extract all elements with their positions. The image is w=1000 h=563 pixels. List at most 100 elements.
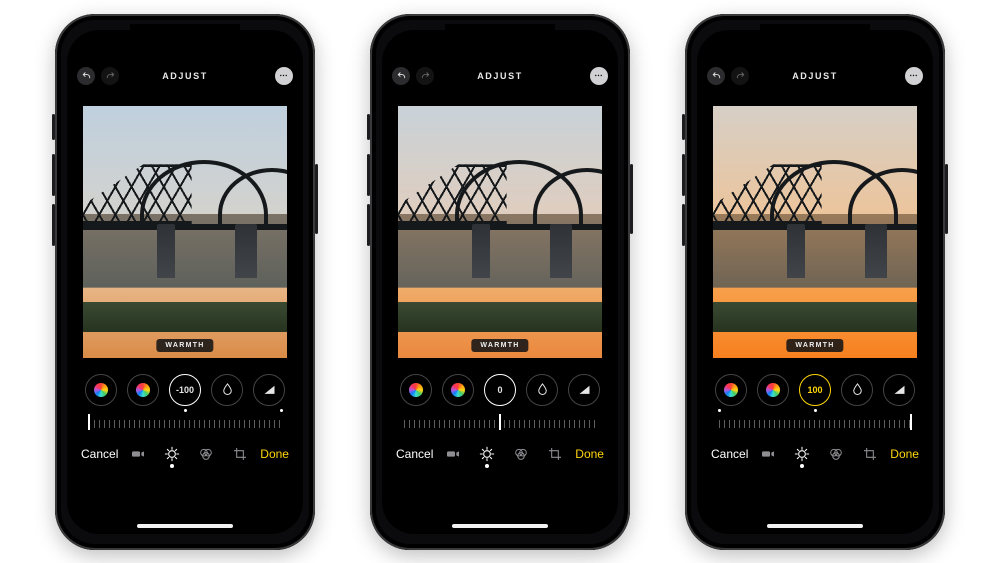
more-button[interactable] [275,67,293,85]
cancel-button[interactable]: Cancel [81,447,118,461]
warmth-value: 0 [497,385,502,395]
mode-tab-adjust[interactable] [794,446,810,462]
adjust-knob-warmth[interactable]: 0 [484,374,516,406]
mode-tab-adjust[interactable] [164,446,180,462]
adjust-knob-saturation[interactable] [757,374,789,406]
mode-tab-video[interactable] [130,446,146,462]
done-button[interactable]: Done [575,447,604,461]
volume-button [682,204,685,246]
side-button [630,164,633,234]
redo-button[interactable] [416,67,434,85]
photo-preview[interactable]: WARMTH [398,106,602,360]
editor-footer: Cancel Done [67,446,303,468]
filters-icon [513,446,529,462]
phone-frame: ADJUST WARMTH 100 Cancel Done [685,14,945,550]
home-indicator[interactable] [452,524,548,528]
adjust-knob-row: 100 [697,374,933,406]
home-indicator[interactable] [137,524,233,528]
mode-tab-filters[interactable] [828,446,844,462]
adjust-icon [794,446,810,462]
parameter-badge: WARMTH [156,339,213,352]
slider-marker [499,414,501,430]
slider-marker [910,414,912,430]
undo-button[interactable] [77,67,95,85]
home-indicator[interactable] [767,524,863,528]
comparison-stage: ADJUST WARMTH -100 Cancel Done ADJUST WARMTH 0 C… [0,0,1000,563]
editor-header: ADJUST [697,64,933,88]
cancel-button[interactable]: Cancel [711,447,748,461]
triangle-icon [262,382,277,397]
video-icon [760,446,776,462]
side-button [315,164,318,234]
adjust-knob-tint[interactable] [211,374,243,406]
more-button[interactable] [590,67,608,85]
editor-footer: Cancel Done [697,446,933,468]
adjust-knob-row: -100 [67,374,303,406]
value-slider[interactable] [404,414,596,432]
crop-icon [547,446,563,462]
adjust-knob-vibrance[interactable] [85,374,117,406]
slider-marker [88,414,90,430]
mode-tab-crop[interactable] [862,446,878,462]
adjust-knob-sharpness[interactable] [253,374,285,406]
filters-icon [198,446,214,462]
triangle-icon [577,382,592,397]
undo-button[interactable] [392,67,410,85]
triangle-icon [892,382,907,397]
adjust-knob-warmth[interactable]: 100 [799,374,831,406]
screen: ADJUST WARMTH 0 Cancel Done [382,30,618,534]
screen: ADJUST WARMTH -100 Cancel Done [67,30,303,534]
mode-tabs [130,446,248,462]
mode-tab-video[interactable] [760,446,776,462]
mode-tab-adjust[interactable] [479,446,495,462]
adjust-knob-sharpness[interactable] [883,374,915,406]
mode-tab-video[interactable] [445,446,461,462]
mode-tabs [760,446,878,462]
mode-tab-filters[interactable] [513,446,529,462]
adjust-knob-saturation[interactable] [127,374,159,406]
rainbow-icon [409,383,423,397]
value-slider[interactable] [719,414,911,432]
header-title: ADJUST [477,71,523,81]
photo-preview[interactable]: WARMTH [83,106,287,360]
editor-header: ADJUST [67,64,303,88]
adjust-knob-warmth[interactable]: -100 [169,374,201,406]
value-slider[interactable] [89,414,281,432]
warmth-value: -100 [176,385,194,395]
adjust-knob-row: 0 [382,374,618,406]
header-title: ADJUST [792,71,838,81]
mode-tab-filters[interactable] [198,446,214,462]
redo-button[interactable] [731,67,749,85]
crop-icon [862,446,878,462]
photo-preview[interactable]: WARMTH [713,106,917,360]
mode-tab-crop[interactable] [232,446,248,462]
rainbow-icon [136,383,150,397]
filters-icon [828,446,844,462]
done-button[interactable]: Done [890,447,919,461]
adjust-icon [479,446,495,462]
parameter-badge: WARMTH [786,339,843,352]
adjust-knob-tint[interactable] [526,374,558,406]
mode-tab-crop[interactable] [547,446,563,462]
adjust-knob-vibrance[interactable] [400,374,432,406]
drop-icon [535,382,550,397]
volume-button [682,114,685,140]
mode-tabs [445,446,563,462]
adjust-knob-sharpness[interactable] [568,374,600,406]
done-button[interactable]: Done [260,447,289,461]
adjust-knob-vibrance[interactable] [715,374,747,406]
volume-button [52,154,55,196]
volume-button [367,154,370,196]
cancel-button[interactable]: Cancel [396,447,433,461]
editor-header: ADJUST [382,64,618,88]
adjust-knob-saturation[interactable] [442,374,474,406]
parameter-badge: WARMTH [471,339,528,352]
rainbow-icon [724,383,738,397]
drop-icon [220,382,235,397]
redo-button[interactable] [101,67,119,85]
undo-button[interactable] [707,67,725,85]
volume-button [52,114,55,140]
more-button[interactable] [905,67,923,85]
adjust-knob-tint[interactable] [841,374,873,406]
side-button [945,164,948,234]
